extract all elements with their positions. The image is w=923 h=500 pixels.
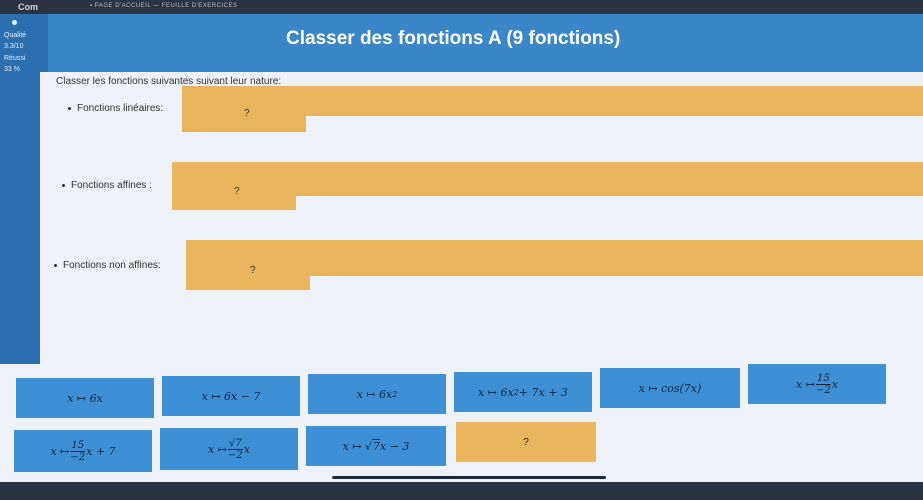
dropzone-placeholder: ? — [234, 186, 240, 197]
function-tile[interactable]: x ↦ 6x 2 — [308, 374, 446, 414]
status-dot-icon — [12, 20, 17, 25]
bullet-icon — [68, 106, 71, 110]
function-tile[interactable]: x ↦ √ 7 x − 3 — [306, 426, 446, 466]
footer-bar — [0, 482, 923, 500]
success-label: Réussi — [4, 55, 26, 62]
breadcrumb[interactable]: ▪ PAGE D'ACCUEIL — FEUILLE D'EXERCICES — [90, 3, 237, 9]
exercise-header: Classer des fonctions A (9 fonctions) — [48, 14, 923, 72]
category-nonaffine-label: Fonctions non affines: — [54, 260, 161, 271]
function-tile[interactable]: x ↦ √7 −2 x — [160, 428, 298, 470]
success-value: 33 % — [4, 66, 20, 73]
function-tile[interactable]: x ↦ 6x 2 + 7x + 3 — [454, 372, 592, 412]
page-title: Classer des fonctions A (9 fonctions) — [286, 28, 621, 49]
category-affine-label: Fonctions affines : — [62, 180, 152, 191]
dropzone-nonaffine[interactable]: ? — [186, 250, 310, 290]
unknown-tile[interactable]: ? — [456, 422, 596, 462]
category-linear-label: Fonctions linéaires: — [68, 103, 163, 114]
function-tile[interactable]: x ↦ 15 −2 x + 7 — [14, 430, 152, 472]
quality-label: Qualité — [4, 32, 27, 39]
quality-value: 3.3/10 — [4, 43, 24, 50]
bullet-icon — [62, 183, 65, 187]
function-tile[interactable]: x ↦ cos(7x) — [600, 368, 740, 408]
dropzone-affine[interactable]: ? — [172, 172, 296, 210]
dropzone-linear[interactable]: ? — [182, 94, 306, 132]
function-tile[interactable]: x ↦ 15 −2 x — [748, 364, 886, 404]
dropzone-placeholder: ? — [244, 108, 250, 119]
function-tile[interactable]: x ↦ 6x − 7 — [162, 376, 300, 416]
top-bar: Com ▪ PAGE D'ACCUEIL — FEUILLE D'EXERCIC… — [0, 0, 923, 14]
bullet-icon — [54, 263, 57, 267]
function-tile[interactable]: x ↦ 6x — [16, 378, 154, 418]
app-name[interactable]: Com — [18, 2, 38, 12]
horizontal-scrollbar[interactable] — [332, 476, 606, 479]
dropzone-placeholder: ? — [250, 265, 256, 276]
